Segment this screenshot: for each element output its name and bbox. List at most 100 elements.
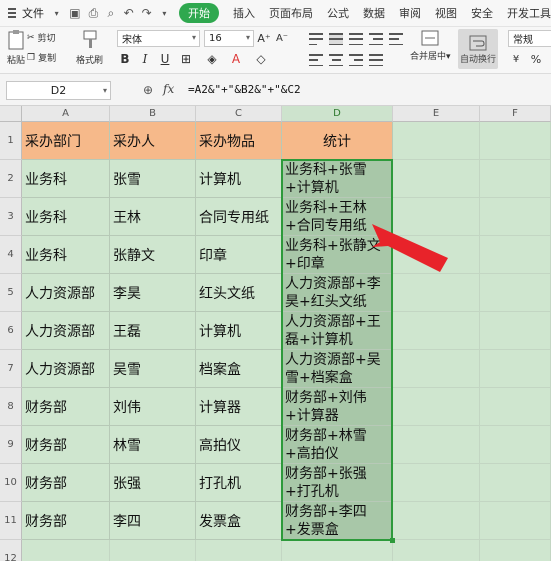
borders-icon[interactable]: ⊞ — [178, 51, 194, 67]
header-cell[interactable] — [393, 122, 480, 160]
table-cell[interactable]: 张强 — [110, 464, 196, 502]
table-cell[interactable]: 财务部 — [22, 502, 110, 540]
zoom-icon[interactable]: ⊕ — [143, 83, 153, 97]
table-cell[interactable] — [393, 502, 480, 540]
row-header[interactable]: 1 — [0, 122, 22, 160]
print-icon[interactable]: ⎙ — [89, 6, 99, 20]
column-header[interactable]: F — [480, 106, 551, 122]
copy-button[interactable]: ❐ 复制 — [27, 51, 56, 65]
table-cell[interactable]: 红头文纸 — [196, 274, 282, 312]
table-cell[interactable]: 印章 — [196, 236, 282, 274]
align-center-icon[interactable] — [329, 54, 343, 66]
header-cell[interactable]: 采办部门 — [22, 122, 110, 160]
table-cell[interactable]: 张静文 — [110, 236, 196, 274]
outdent-icon[interactable] — [389, 33, 403, 45]
table-cell[interactable]: 人力资源部+王磊+计算机 — [282, 312, 393, 350]
row-header[interactable]: 2 — [0, 160, 22, 198]
save-icon[interactable]: ▣ — [69, 6, 80, 20]
table-cell[interactable] — [393, 540, 480, 561]
format-painter-button[interactable]: 格式刷 — [76, 29, 103, 66]
font-name-select[interactable]: 宋体 ▾ — [117, 30, 200, 47]
table-cell[interactable] — [393, 198, 480, 236]
table-cell[interactable]: 业务科+王林+合同专用纸 — [282, 198, 393, 236]
clear-icon[interactable]: ◇ — [253, 51, 269, 67]
table-cell[interactable]: 计算器 — [196, 388, 282, 426]
redo-icon[interactable]: ↷ — [142, 6, 152, 20]
header-cell[interactable] — [480, 122, 551, 160]
table-cell[interactable]: 计算机 — [196, 312, 282, 350]
table-cell[interactable]: 王林 — [110, 198, 196, 236]
undo-icon[interactable]: ↶ — [124, 6, 134, 20]
row-header[interactable]: 11 — [0, 502, 22, 540]
table-cell[interactable] — [480, 388, 551, 426]
column-header[interactable]: B — [110, 106, 196, 122]
table-cell[interactable]: 发票盒 — [196, 502, 282, 540]
row-header[interactable]: 12 — [0, 540, 22, 561]
file-menu[interactable]: 文件 — [22, 5, 44, 21]
tab-2[interactable]: 页面布局 — [269, 5, 313, 21]
table-cell[interactable] — [393, 388, 480, 426]
table-cell[interactable] — [480, 540, 551, 561]
table-cell[interactable]: 财务部 — [22, 464, 110, 502]
header-cell[interactable]: 统计 — [282, 122, 393, 160]
table-cell[interactable] — [22, 540, 110, 561]
table-cell[interactable]: 人力资源部+李昊+红头文纸 — [282, 274, 393, 312]
fill-color-icon[interactable]: ◈ — [204, 51, 220, 67]
cut-button[interactable]: ✂ 剪切 — [27, 31, 56, 45]
number-format-select[interactable]: 常规 — [508, 30, 551, 47]
table-cell[interactable]: 业务科 — [22, 198, 110, 236]
align-right-icon[interactable] — [349, 54, 363, 66]
table-cell[interactable]: 李昊 — [110, 274, 196, 312]
font-size-select[interactable]: 16 ▾ — [204, 30, 254, 47]
table-cell[interactable]: 刘伟 — [110, 388, 196, 426]
table-cell[interactable] — [480, 502, 551, 540]
chevron-down-icon[interactable]: ▾ — [52, 6, 61, 20]
table-cell[interactable]: 人力资源部 — [22, 274, 110, 312]
menu-icon[interactable] — [8, 8, 16, 18]
align-left-icon[interactable] — [309, 54, 323, 66]
tab-7[interactable]: 安全 — [471, 5, 493, 21]
table-cell[interactable] — [480, 198, 551, 236]
tab-4[interactable]: 数据 — [363, 5, 385, 21]
autowrap-button[interactable]: 自动换行 — [458, 29, 498, 69]
table-cell[interactable]: 人力资源部+吴雪+档案盒 — [282, 350, 393, 388]
table-cell[interactable]: 业务科+张静文+印章 — [282, 236, 393, 274]
align-bottom-icon[interactable] — [349, 33, 363, 45]
table-cell[interactable] — [480, 236, 551, 274]
decrease-font-icon[interactable]: A⁻ — [274, 30, 290, 46]
header-cell[interactable]: 采办人 — [110, 122, 196, 160]
tab-8[interactable]: 开发工具 — [507, 5, 551, 21]
table-cell[interactable]: 王磊 — [110, 312, 196, 350]
table-cell[interactable]: 财务部+林雪+高拍仪 — [282, 426, 393, 464]
row-header[interactable]: 9 — [0, 426, 22, 464]
table-cell[interactable]: 高拍仪 — [196, 426, 282, 464]
table-cell[interactable]: 打孔机 — [196, 464, 282, 502]
column-header[interactable]: E — [393, 106, 480, 122]
table-cell[interactable]: 合同专用纸 — [196, 198, 282, 236]
paste-button[interactable]: 粘贴 — [6, 29, 26, 66]
table-cell[interactable]: 李四 — [110, 502, 196, 540]
bold-button[interactable]: B — [117, 51, 133, 67]
table-cell[interactable]: 人力资源部 — [22, 350, 110, 388]
fill-handle[interactable] — [390, 538, 395, 543]
table-cell[interactable]: 张雪 — [110, 160, 196, 198]
table-cell[interactable]: 业务科 — [22, 236, 110, 274]
percent-button[interactable]: % — [528, 51, 544, 67]
select-all-corner[interactable] — [0, 106, 22, 122]
table-cell[interactable] — [480, 274, 551, 312]
row-header[interactable]: 8 — [0, 388, 22, 426]
tab-3[interactable]: 公式 — [327, 5, 349, 21]
table-cell[interactable] — [480, 464, 551, 502]
row-header[interactable]: 3 — [0, 198, 22, 236]
table-cell[interactable]: 业务科+张雪+计算机 — [282, 160, 393, 198]
table-cell[interactable]: 财务部+张强+打孔机 — [282, 464, 393, 502]
name-box[interactable]: D2 ▾ — [6, 81, 111, 100]
table-cell[interactable] — [196, 540, 282, 561]
merge-center-button[interactable]: 合并居中▾ — [410, 29, 451, 62]
table-cell[interactable] — [480, 350, 551, 388]
table-cell[interactable]: 财务部+刘伟+计算器 — [282, 388, 393, 426]
table-cell[interactable] — [393, 350, 480, 388]
indent-icon[interactable] — [369, 33, 383, 45]
preview-icon[interactable]: ⌕ — [106, 6, 115, 20]
table-cell[interactable] — [393, 464, 480, 502]
